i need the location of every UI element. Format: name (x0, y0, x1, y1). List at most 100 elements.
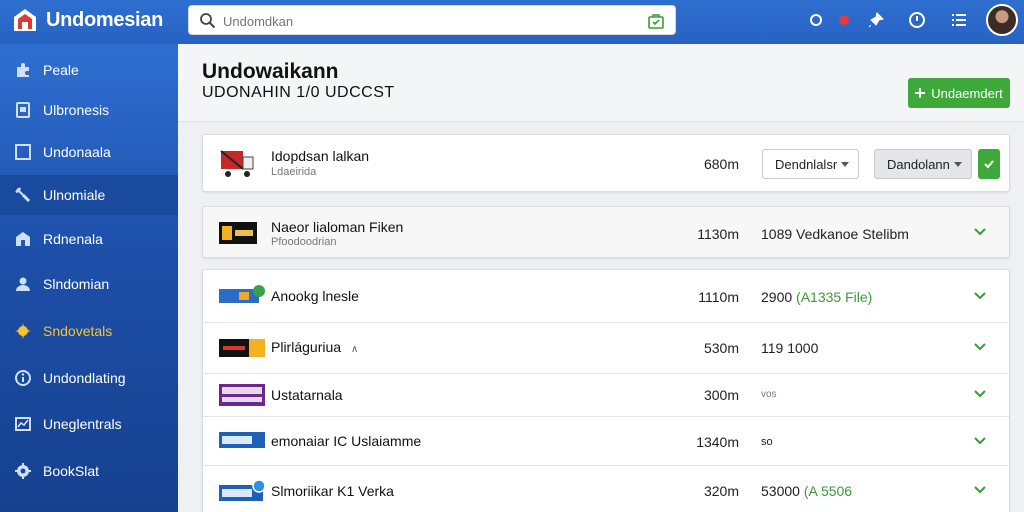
clock-icon[interactable] (907, 10, 927, 30)
item-name: Slmoriikar K1 Verka (271, 483, 394, 499)
item-name: Ustatarnala (271, 387, 343, 403)
list-card: Idopdsan lalkan Ldaeirida 680m Dendnlals… (202, 134, 1010, 192)
item-value-main: 53000 (761, 483, 800, 499)
main-content: Undowaikann UDONAHIN 1/0 UDCCST Undaemde… (178, 44, 1024, 512)
sidebar-item-label: Sndovetals (43, 323, 113, 339)
item-subtitle: Pfoodoodrian (271, 236, 337, 248)
check-icon (984, 160, 994, 169)
list-item[interactable]: Naeor lialoman Fiken Pfoodoodrian 1130m … (203, 207, 1009, 259)
status-select-value: Dendnlalsr (775, 156, 838, 172)
settings-icon (15, 463, 31, 479)
sidebar-item-label: Ulbronesis (43, 102, 110, 118)
item-value: vos (761, 389, 777, 400)
type-select-value: Dandolann (887, 156, 950, 172)
item-value: 53000 (A 5506 (761, 483, 852, 499)
item-thumbnail-icon (219, 384, 265, 406)
item-value: 119 1000 (761, 340, 819, 356)
item-subtitle: Ldaeirida (271, 166, 317, 178)
type-select[interactable]: Dandolann (874, 149, 972, 179)
building-icon (16, 232, 30, 246)
item-distance: 320m (703, 483, 739, 499)
circle-icon[interactable] (806, 10, 826, 30)
item-distance: 1340m (696, 434, 739, 450)
item-distance: 680m (703, 156, 739, 172)
item-value-main: 2900 (761, 289, 793, 305)
sidebar-item-slndomian[interactable]: Slndomian (0, 264, 178, 304)
chevron-down-icon[interactable] (973, 342, 987, 352)
top-bar: Undomesian (0, 0, 1024, 44)
confirm-button[interactable] (978, 149, 1000, 179)
item-value: 2900 (A1335 File) (761, 289, 872, 305)
info-icon (15, 370, 31, 386)
item-value-tag: (A1335 File) (796, 289, 873, 305)
notification-dot-icon[interactable] (834, 10, 854, 30)
sidebar-item-bookslat[interactable]: BookSlat (0, 451, 178, 491)
list-card: Naeor lialoman Fiken Pfoodoodrian 1130m … (202, 206, 1010, 258)
list-item[interactable]: Idopdsan lalkan Ldaeirida 680m Dendnlals… (203, 135, 1009, 193)
sidebar-item-label: Slndomian (43, 276, 110, 292)
chevron-down-icon (954, 162, 962, 167)
app-logo-icon[interactable] (12, 7, 38, 33)
item-name: emonaiar IC Uslaiamme (271, 433, 422, 449)
item-name: Naeor lialoman Fiken (271, 219, 404, 235)
item-distance: 300m (703, 387, 739, 403)
item-distance: 1130m (697, 226, 739, 242)
shopping-bag-icon[interactable] (647, 12, 665, 30)
app-title: Undomesian (46, 9, 164, 31)
sidebar-item-ulnomiale[interactable]: Ulnomiale (0, 175, 178, 215)
truck-thumbnail-icon (219, 147, 257, 181)
sidebar-item-undondlating[interactable]: Undondlating (0, 358, 178, 398)
list-item[interactable]: Anookg lnesle 1110m 2900 (A1335 File) (203, 270, 1009, 322)
user-avatar[interactable] (986, 4, 1018, 36)
item-name: Anookg lnesle (271, 288, 359, 304)
item-value: so (761, 436, 773, 448)
search-icon (200, 13, 216, 29)
list-item[interactable]: Ustatarnala 300m vos (203, 374, 1009, 416)
sidebar-item-ulbronesis[interactable]: Ulbronesis (0, 90, 178, 130)
chevron-down-icon[interactable] (973, 227, 987, 237)
list-item[interactable]: emonaiar IC Uslaiamme 1340m so (203, 417, 1009, 465)
item-thumbnail-icon (219, 479, 266, 501)
sidebar-item-peale[interactable]: Peale (0, 50, 178, 90)
search-box[interactable] (188, 5, 676, 35)
sidebar-item-label: Undonaala (43, 144, 111, 160)
item-name: Idopdsan lalkan (271, 148, 370, 164)
list-item[interactable]: Slmoriikar K1 Verka 320m 53000 (A 5506 (203, 466, 1009, 512)
sidebar-item-label: Rdnenala (43, 231, 103, 247)
sidebar-item-label: Peale (43, 62, 79, 78)
item-name-suffix: ∧ (350, 344, 359, 355)
list-item[interactable]: Plirláguriua ∧ 530m 119 1000 (203, 323, 1009, 373)
item-thumbnail-icon (219, 285, 265, 303)
sidebar-item-label: Uneglentrals (43, 416, 122, 432)
list-menu-icon[interactable] (949, 10, 969, 30)
chevron-down-icon (841, 162, 849, 167)
chevron-down-icon[interactable] (973, 389, 987, 399)
square-icon (15, 144, 31, 160)
primary-action-button[interactable]: Undaemdert (908, 78, 1010, 108)
item-value: 1089 Vedkanoe Stelibm (761, 226, 909, 242)
item-distance: 530m (703, 340, 739, 356)
chevron-down-icon[interactable] (973, 436, 987, 446)
item-thumbnail-icon (219, 432, 265, 448)
document-icon (16, 102, 30, 118)
chevron-down-icon[interactable] (973, 291, 987, 301)
sidebar-item-uneglentrals[interactable]: Uneglentrals (0, 404, 178, 444)
sidebar-item-label: BookSlat (43, 463, 100, 479)
item-thumbnail-icon (219, 222, 257, 244)
page-header: Undowaikann UDONAHIN 1/0 UDCCST Undaemde… (178, 44, 1024, 122)
users-icon (16, 277, 30, 291)
chevron-down-icon[interactable] (973, 485, 987, 495)
primary-action-label: Undaemdert (931, 85, 1003, 101)
chart-icon (15, 417, 31, 431)
sidebar-item-rdnenala[interactable]: Rdnenala (0, 219, 178, 259)
search-input[interactable] (223, 11, 623, 31)
item-value-tag: (A 5506 (803, 483, 853, 499)
status-select[interactable]: Dendnlalsr (762, 149, 859, 179)
puzzle-icon (17, 63, 29, 77)
sidebar-item-sndovetals[interactable]: Sndovetals (0, 311, 178, 351)
sidebar: Peale Ulbronesis Undonaala Ulnomiale Rdn… (0, 44, 178, 512)
item-name-text: Plirláguriua (271, 339, 342, 355)
star-burst-icon (15, 323, 31, 339)
sidebar-item-undonaala[interactable]: Undonaala (0, 132, 178, 172)
pin-icon[interactable] (866, 10, 886, 30)
